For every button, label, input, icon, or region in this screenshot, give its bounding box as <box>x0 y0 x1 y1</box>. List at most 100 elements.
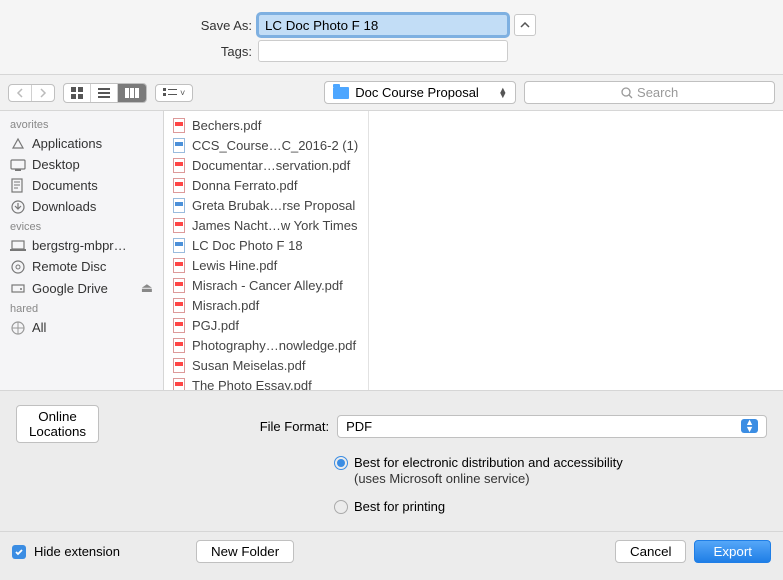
sidebar-item[interactable]: bergstrg-mbpr… <box>0 235 163 256</box>
hide-extension-label: Hide extension <box>34 544 120 559</box>
file-item[interactable]: Susan Meiselas.pdf <box>164 355 368 375</box>
list-icon <box>98 88 110 98</box>
sidebar-item-label: Google Drive <box>32 281 108 296</box>
sidebar-item-label: Documents <box>32 178 98 193</box>
hide-extension-checkbox[interactable] <box>12 545 26 559</box>
file-item[interactable]: LC Doc Photo F 18 <box>164 235 368 255</box>
file-item[interactable]: Documentar…servation.pdf <box>164 155 368 175</box>
file-name: Lewis Hine.pdf <box>192 258 277 273</box>
file-format-select[interactable]: PDF ▲▼ <box>337 415 767 438</box>
file-name: PGJ.pdf <box>192 318 239 333</box>
pdf-file-icon <box>172 257 186 273</box>
file-item[interactable]: Bechers.pdf <box>164 115 368 135</box>
nav-buttons <box>8 84 55 102</box>
folder-select[interactable]: Doc Course Proposal ▲▼ <box>324 81 516 104</box>
downloads-icon <box>10 200 26 214</box>
radio-button[interactable] <box>334 500 348 514</box>
new-folder-button[interactable]: New Folder <box>196 540 294 563</box>
file-browser: avoritesApplicationsDesktopDocumentsDown… <box>0 111 783 391</box>
pdf-file-icon <box>172 297 186 313</box>
select-arrows-icon: ▲▼ <box>741 419 758 433</box>
sidebar-item[interactable]: Google Drive ⏏ <box>0 277 163 299</box>
view-mode-buttons <box>63 83 147 103</box>
radio-electronic-sub: (uses Microsoft online service) <box>354 471 623 487</box>
file-item[interactable]: PGJ.pdf <box>164 315 368 335</box>
file-name: Misrach.pdf <box>192 298 259 313</box>
sidebar-item[interactable]: All <box>0 317 163 338</box>
doc-file-icon <box>172 137 186 153</box>
radio-electronic-label: Best for electronic distribution and acc… <box>354 455 623 471</box>
file-item[interactable]: CCS_Course…C_2016-2 (1) <box>164 135 368 155</box>
drive-icon <box>10 281 26 295</box>
search-placeholder: Search <box>637 85 678 100</box>
file-item[interactable]: Donna Ferrato.pdf <box>164 175 368 195</box>
export-button[interactable]: Export <box>694 540 771 563</box>
cancel-button[interactable]: Cancel <box>615 540 687 563</box>
file-item[interactable]: Misrach - Cancer Alley.pdf <box>164 275 368 295</box>
doc-file-icon <box>172 237 186 253</box>
file-name: Susan Meiselas.pdf <box>192 358 305 373</box>
updown-icon: ▲▼ <box>498 88 507 98</box>
pdf-file-icon <box>172 277 186 293</box>
file-format-value: PDF <box>346 419 372 434</box>
pdf-file-icon <box>172 117 186 133</box>
group-icon <box>163 88 177 98</box>
chevron-right-icon <box>39 88 47 98</box>
apps-icon <box>10 137 26 151</box>
globe-icon <box>10 321 26 335</box>
sidebar-item[interactable]: Downloads <box>0 196 163 217</box>
sidebar-header: hared <box>0 299 163 317</box>
file-item[interactable]: James Nacht…w York Times <box>164 215 368 235</box>
format-section: Online Locations File Format: PDF ▲▼ Bes… <box>0 391 783 532</box>
tags-input[interactable] <box>258 40 508 62</box>
file-item[interactable]: Photography…nowledge.pdf <box>164 335 368 355</box>
column-view-button[interactable] <box>118 84 146 102</box>
pdf-file-icon <box>172 157 186 173</box>
file-item[interactable]: Greta Brubak…rse Proposal <box>164 195 368 215</box>
file-name: James Nacht…w York Times <box>192 218 357 233</box>
folder-name: Doc Course Proposal <box>355 85 479 100</box>
collapse-button[interactable] <box>514 14 536 36</box>
group-by-button[interactable]: ˅ <box>155 84 193 102</box>
sidebar-item-label: Remote Disc <box>32 259 106 274</box>
pdf-file-icon <box>172 377 186 390</box>
toolbar: ˅ Doc Course Proposal ▲▼ Search <box>0 75 783 111</box>
file-item[interactable]: Misrach.pdf <box>164 295 368 315</box>
sidebar-item-label: Downloads <box>32 199 96 214</box>
pdf-file-icon <box>172 357 186 373</box>
sidebar-item[interactable]: Applications <box>0 133 163 154</box>
forward-button[interactable] <box>32 85 54 101</box>
disc-icon <box>10 260 26 274</box>
columns-icon <box>125 88 139 98</box>
online-locations-button[interactable]: Online Locations <box>16 405 99 443</box>
sidebar-item-label: Applications <box>32 136 102 151</box>
file-list: Bechers.pdf CCS_Course…C_2016-2 (1)Docume… <box>164 111 369 390</box>
search-input[interactable]: Search <box>524 81 775 104</box>
eject-icon[interactable]: ⏏ <box>141 280 153 296</box>
icon-view-button[interactable] <box>64 84 91 102</box>
file-name: Photography…nowledge.pdf <box>192 338 356 353</box>
bottom-bar: Hide extension New Folder Cancel Export <box>0 532 783 571</box>
file-name: Bechers.pdf <box>192 118 261 133</box>
tags-label: Tags: <box>0 44 258 59</box>
list-view-button[interactable] <box>91 84 118 102</box>
pdf-file-icon <box>172 177 186 193</box>
laptop-icon <box>10 239 26 253</box>
search-icon <box>621 87 633 99</box>
file-item[interactable]: Lewis Hine.pdf <box>164 255 368 275</box>
radio-printing-label: Best for printing <box>354 499 445 515</box>
sidebar-item[interactable]: Remote Disc <box>0 256 163 277</box>
file-name: LC Doc Photo F 18 <box>192 238 303 253</box>
file-item[interactable]: The Photo Essay.pdf <box>164 375 368 390</box>
radio-electronic[interactable]: Best for electronic distribution and acc… <box>334 455 767 487</box>
sidebar-item[interactable]: Desktop <box>0 154 163 175</box>
radio-button[interactable] <box>334 456 348 470</box>
radio-printing[interactable]: Best for printing <box>334 499 767 515</box>
sidebar-item-label: bergstrg-mbpr… <box>32 238 127 253</box>
preview-pane <box>369 111 783 390</box>
file-name: Misrach - Cancer Alley.pdf <box>192 278 343 293</box>
back-button[interactable] <box>9 85 32 101</box>
file-format-label: File Format: <box>99 419 337 434</box>
save-as-input[interactable] <box>258 14 508 36</box>
sidebar-item[interactable]: Documents <box>0 175 163 196</box>
